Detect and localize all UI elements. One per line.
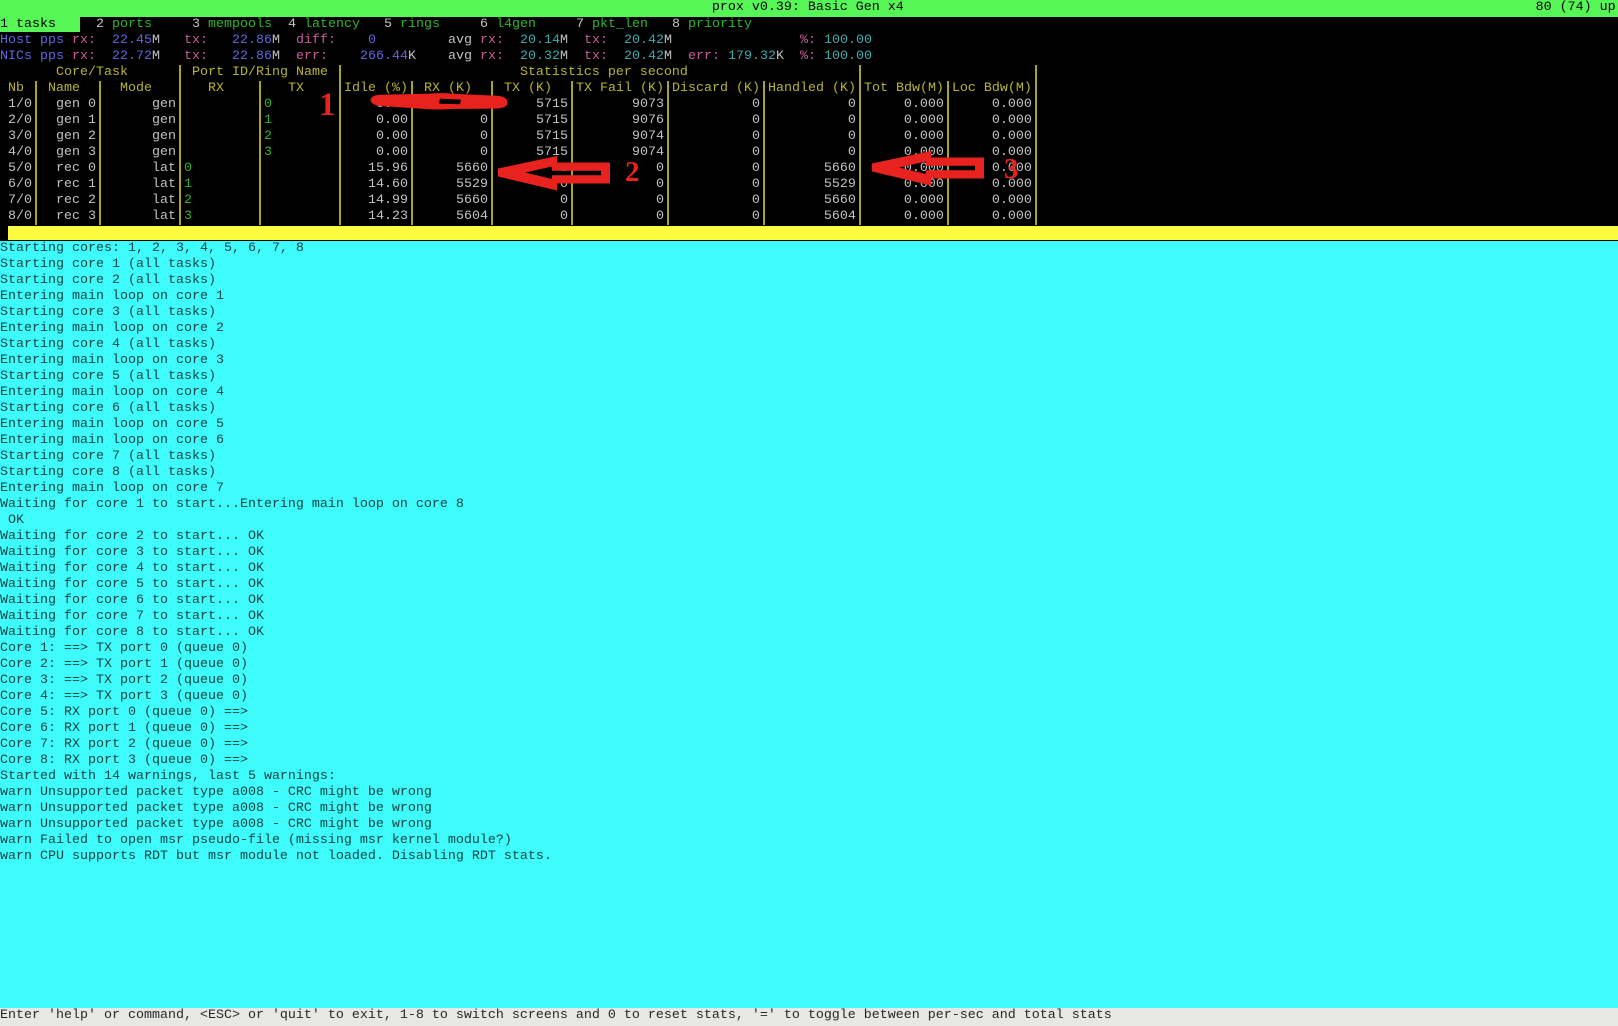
svg-text:3: 3 <box>1004 153 1019 185</box>
svg-text:1: 1 <box>319 87 336 123</box>
svg-text:2: 2 <box>625 156 640 188</box>
